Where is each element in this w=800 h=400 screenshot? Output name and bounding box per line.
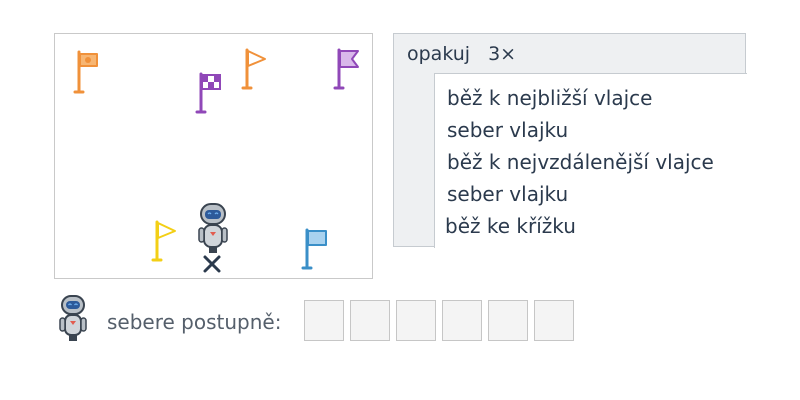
repeat-header: opakuj 3× bbox=[407, 38, 516, 70]
answer-slot-4[interactable] bbox=[442, 300, 482, 341]
robot-icon bbox=[198, 203, 228, 253]
program-block: opakuj 3× běž k nejbližší vlajce seber vl… bbox=[393, 33, 747, 248]
repeat-count: 3× bbox=[488, 43, 517, 65]
map-panel bbox=[54, 33, 373, 279]
flag-orange-plain-icon bbox=[241, 48, 266, 90]
collect-label: sebere postupně: bbox=[107, 310, 282, 334]
answer-slot-2[interactable] bbox=[350, 300, 390, 341]
answer-slot-5[interactable] bbox=[488, 300, 528, 341]
command-go-to-cross: běž ke křížku bbox=[445, 214, 576, 238]
answer-slot-1[interactable] bbox=[304, 300, 344, 341]
command-go-nearest-flag: běž k nejbližší vlajce bbox=[447, 86, 653, 110]
flag-purple-swallowtail-icon bbox=[333, 48, 359, 90]
flag-blue-plain-icon bbox=[301, 228, 327, 270]
command-collect-flag: seber vlajku bbox=[447, 118, 569, 142]
flag-yellow-plain-icon bbox=[151, 220, 176, 262]
flag-purple-checkered-icon bbox=[195, 72, 221, 114]
repeat-label: opakuj bbox=[407, 43, 471, 65]
command-collect-flag-2: seber vlajku bbox=[447, 182, 569, 206]
answer-slot-6[interactable] bbox=[534, 300, 574, 341]
command-go-farthest-flag: běž k nejvzdálenější vlajce bbox=[447, 150, 714, 174]
answer-slot-3[interactable] bbox=[396, 300, 436, 341]
robot-small-icon bbox=[59, 295, 87, 341]
flag-orange-circle-icon bbox=[73, 50, 98, 94]
